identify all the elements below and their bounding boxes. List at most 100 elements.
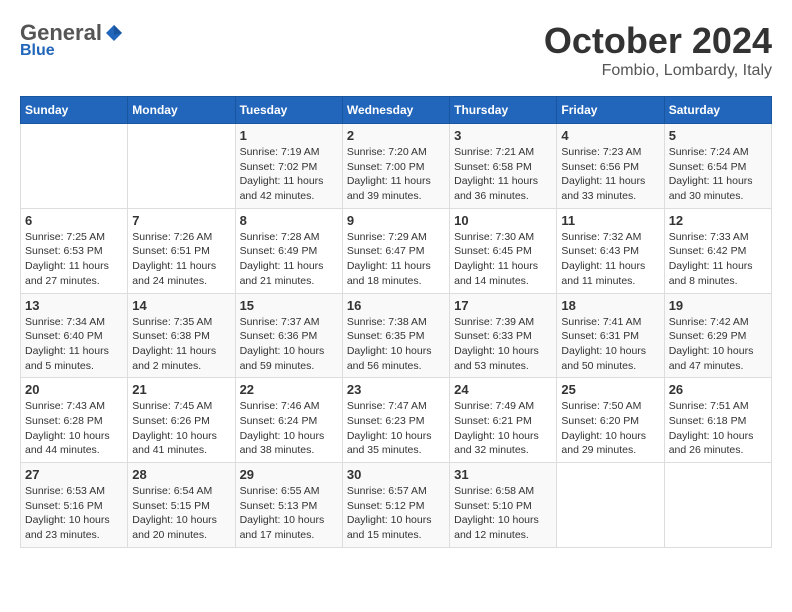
day-number: 17 — [454, 298, 552, 313]
cell-content: 22 Sunrise: 7:46 AM Sunset: 6:24 PM Dayli… — [240, 382, 338, 458]
cell-detail: Sunrise: 7:51 AM Sunset: 6:18 PM Dayligh… — [669, 399, 767, 458]
calendar-cell: 15Sunrise: 7:37 AM Sunset: 6:36 PM Dayli… — [235, 293, 342, 378]
calendar-cell: 1Sunrise: 7:19 AM Sunset: 7:02 PM Daylig… — [235, 124, 342, 209]
cell-detail: Sunrise: 7:35 AM Sunset: 6:38 PM Dayligh… — [132, 315, 230, 374]
day-number: 18 — [561, 298, 659, 313]
cell-content: 10Sunrise: 7:30 AM Sunset: 6:45 PM Dayli… — [454, 213, 552, 289]
cell-content: 19Sunrise: 7:42 AM Sunset: 6:29 PM Dayli… — [669, 298, 767, 374]
cell-detail: Sunrise: 7:26 AM Sunset: 6:51 PM Dayligh… — [132, 230, 230, 289]
header-thursday: Thursday — [450, 97, 557, 124]
cell-content: 4Sunrise: 7:23 AM Sunset: 6:56 PM Daylig… — [561, 128, 659, 204]
calendar-cell: 19Sunrise: 7:42 AM Sunset: 6:29 PM Dayli… — [664, 293, 771, 378]
month-title: October 2024 — [544, 20, 772, 62]
day-number: 14 — [132, 298, 230, 313]
cell-content: 8Sunrise: 7:28 AM Sunset: 6:49 PM Daylig… — [240, 213, 338, 289]
day-number: 30 — [347, 467, 445, 482]
cell-detail: Sunrise: 7:45 AM Sunset: 6:26 PM Dayligh… — [132, 399, 230, 458]
calendar-cell: 9 Sunrise: 7:29 AM Sunset: 6:47 PM Daylig… — [342, 208, 449, 293]
logo: General Blue — [20, 20, 124, 60]
calendar-cell: 7 Sunrise: 7:26 AM Sunset: 6:51 PM Daylig… — [128, 208, 235, 293]
day-number: 16 — [347, 298, 445, 313]
day-number: 10 — [454, 213, 552, 228]
day-number: 9 — [347, 213, 445, 228]
cell-content: 29Sunrise: 6:55 AM Sunset: 5:13 PM Dayli… — [240, 467, 338, 543]
cell-content: 17 Sunrise: 7:39 AM Sunset: 6:33 PM Dayli… — [454, 298, 552, 374]
calendar-cell: 23 Sunrise: 7:47 AM Sunset: 6:23 PM Dayli… — [342, 378, 449, 463]
calendar-cell: 18Sunrise: 7:41 AM Sunset: 6:31 PM Dayli… — [557, 293, 664, 378]
location-title: Fombio, Lombardy, Italy — [544, 62, 772, 80]
calendar-cell: 2 Sunrise: 7:20 AM Sunset: 7:00 PM Daylig… — [342, 124, 449, 209]
cell-detail: Sunrise: 6:53 AM Sunset: 5:16 PM Dayligh… — [25, 484, 123, 543]
header-monday: Monday — [128, 97, 235, 124]
cell-detail: Sunrise: 7:20 AM Sunset: 7:00 PM Dayligh… — [347, 145, 445, 204]
day-number: 25 — [561, 382, 659, 397]
cell-detail: Sunrise: 7:21 AM Sunset: 6:58 PM Dayligh… — [454, 145, 552, 204]
cell-detail: Sunrise: 7:37 AM Sunset: 6:36 PM Dayligh… — [240, 315, 338, 374]
cell-content: 5Sunrise: 7:24 AM Sunset: 6:54 PM Daylig… — [669, 128, 767, 204]
day-number: 8 — [240, 213, 338, 228]
week-row-3: 20Sunrise: 7:43 AM Sunset: 6:28 PM Dayli… — [21, 378, 772, 463]
week-row-4: 27Sunrise: 6:53 AM Sunset: 5:16 PM Dayli… — [21, 463, 772, 548]
cell-content: 20Sunrise: 7:43 AM Sunset: 6:28 PM Dayli… — [25, 382, 123, 458]
day-number: 3 — [454, 128, 552, 143]
day-number: 23 — [347, 382, 445, 397]
cell-content: 31Sunrise: 6:58 AM Sunset: 5:10 PM Dayli… — [454, 467, 552, 543]
calendar-cell: 28 Sunrise: 6:54 AM Sunset: 5:15 PM Dayli… — [128, 463, 235, 548]
calendar-cell: 4Sunrise: 7:23 AM Sunset: 6:56 PM Daylig… — [557, 124, 664, 209]
day-number: 6 — [25, 213, 123, 228]
day-number: 28 — [132, 467, 230, 482]
day-number: 26 — [669, 382, 767, 397]
day-number: 7 — [132, 213, 230, 228]
cell-detail: Sunrise: 7:25 AM Sunset: 6:53 PM Dayligh… — [25, 230, 123, 289]
cell-detail: Sunrise: 7:33 AM Sunset: 6:42 PM Dayligh… — [669, 230, 767, 289]
cell-detail: Sunrise: 7:42 AM Sunset: 6:29 PM Dayligh… — [669, 315, 767, 374]
day-number: 24 — [454, 382, 552, 397]
cell-detail: Sunrise: 6:58 AM Sunset: 5:10 PM Dayligh… — [454, 484, 552, 543]
cell-content: 26 Sunrise: 7:51 AM Sunset: 6:18 PM Dayli… — [669, 382, 767, 458]
cell-content: 2 Sunrise: 7:20 AM Sunset: 7:00 PM Daylig… — [347, 128, 445, 204]
cell-content: 1Sunrise: 7:19 AM Sunset: 7:02 PM Daylig… — [240, 128, 338, 204]
day-number: 5 — [669, 128, 767, 143]
cell-detail: Sunrise: 7:19 AM Sunset: 7:02 PM Dayligh… — [240, 145, 338, 204]
day-number: 13 — [25, 298, 123, 313]
calendar-cell: 20Sunrise: 7:43 AM Sunset: 6:28 PM Dayli… — [21, 378, 128, 463]
header-tuesday: Tuesday — [235, 97, 342, 124]
cell-detail: Sunrise: 7:23 AM Sunset: 6:56 PM Dayligh… — [561, 145, 659, 204]
cell-detail: Sunrise: 7:32 AM Sunset: 6:43 PM Dayligh… — [561, 230, 659, 289]
cell-content: 28 Sunrise: 6:54 AM Sunset: 5:15 PM Dayli… — [132, 467, 230, 543]
calendar-cell: 6 Sunrise: 7:25 AM Sunset: 6:53 PM Daylig… — [21, 208, 128, 293]
cell-content: 25Sunrise: 7:50 AM Sunset: 6:20 PM Dayli… — [561, 382, 659, 458]
page-header: General Blue October 2024 Fombio, Lombar… — [20, 20, 772, 80]
header-wednesday: Wednesday — [342, 97, 449, 124]
day-number: 2 — [347, 128, 445, 143]
calendar-cell: 13Sunrise: 7:34 AM Sunset: 6:40 PM Dayli… — [21, 293, 128, 378]
calendar-cell: 30Sunrise: 6:57 AM Sunset: 5:12 PM Dayli… — [342, 463, 449, 548]
calendar-header-row: SundayMondayTuesdayWednesdayThursdayFrid… — [21, 97, 772, 124]
calendar-cell — [21, 124, 128, 209]
calendar-cell: 12Sunrise: 7:33 AM Sunset: 6:42 PM Dayli… — [664, 208, 771, 293]
cell-detail: Sunrise: 7:39 AM Sunset: 6:33 PM Dayligh… — [454, 315, 552, 374]
calendar-cell: 11Sunrise: 7:32 AM Sunset: 6:43 PM Dayli… — [557, 208, 664, 293]
calendar-cell: 29Sunrise: 6:55 AM Sunset: 5:13 PM Dayli… — [235, 463, 342, 548]
cell-content: 7 Sunrise: 7:26 AM Sunset: 6:51 PM Daylig… — [132, 213, 230, 289]
cell-content: 23 Sunrise: 7:47 AM Sunset: 6:23 PM Dayli… — [347, 382, 445, 458]
cell-content: 14 Sunrise: 7:35 AM Sunset: 6:38 PM Dayli… — [132, 298, 230, 374]
cell-detail: Sunrise: 7:49 AM Sunset: 6:21 PM Dayligh… — [454, 399, 552, 458]
title-block: October 2024 Fombio, Lombardy, Italy — [544, 20, 772, 80]
calendar-cell — [664, 463, 771, 548]
day-number: 20 — [25, 382, 123, 397]
cell-detail: Sunrise: 7:46 AM Sunset: 6:24 PM Dayligh… — [240, 399, 338, 458]
cell-detail: Sunrise: 6:54 AM Sunset: 5:15 PM Dayligh… — [132, 484, 230, 543]
cell-content: 11Sunrise: 7:32 AM Sunset: 6:43 PM Dayli… — [561, 213, 659, 289]
cell-content: 13Sunrise: 7:34 AM Sunset: 6:40 PM Dayli… — [25, 298, 123, 374]
header-sunday: Sunday — [21, 97, 128, 124]
week-row-1: 6 Sunrise: 7:25 AM Sunset: 6:53 PM Daylig… — [21, 208, 772, 293]
cell-content: 3 Sunrise: 7:21 AM Sunset: 6:58 PM Daylig… — [454, 128, 552, 204]
cell-content: 21Sunrise: 7:45 AM Sunset: 6:26 PM Dayli… — [132, 382, 230, 458]
calendar-cell: 21Sunrise: 7:45 AM Sunset: 6:26 PM Dayli… — [128, 378, 235, 463]
cell-detail: Sunrise: 7:47 AM Sunset: 6:23 PM Dayligh… — [347, 399, 445, 458]
calendar-table: SundayMondayTuesdayWednesdayThursdayFrid… — [20, 96, 772, 548]
cell-content: 30Sunrise: 6:57 AM Sunset: 5:12 PM Dayli… — [347, 467, 445, 543]
cell-detail: Sunrise: 7:29 AM Sunset: 6:47 PM Dayligh… — [347, 230, 445, 289]
day-number: 22 — [240, 382, 338, 397]
